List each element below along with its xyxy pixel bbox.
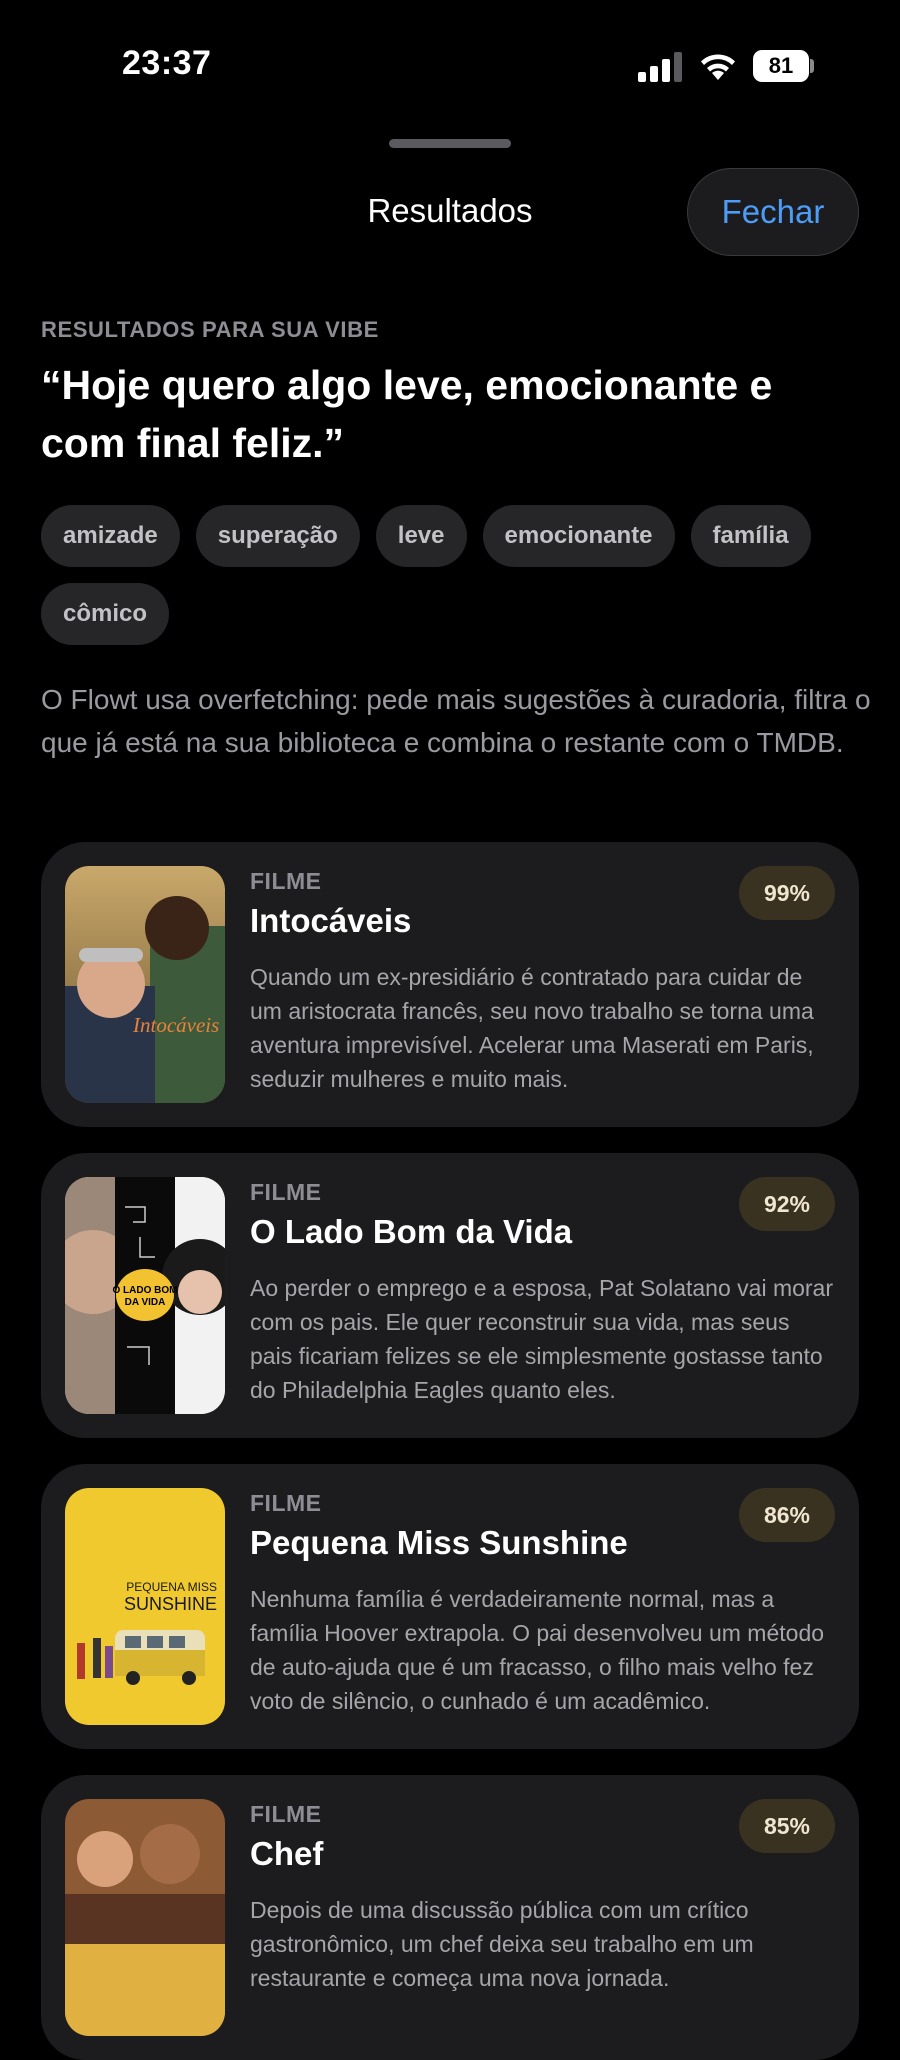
match-badge: 85% — [739, 1799, 835, 1853]
movie-poster: Intocáveis — [65, 866, 225, 1103]
result-kind: FILME — [250, 1179, 322, 1205]
match-badge: 86% — [739, 1488, 835, 1542]
tag-list: amizade superação leve emocionante famíl… — [41, 505, 871, 645]
poster-title-line-2: SUNSHINE — [124, 1594, 217, 1614]
result-kind: FILME — [250, 868, 322, 894]
battery-icon: 81 — [753, 50, 809, 82]
movie-poster: PEQUENA MISS SUNSHINE — [65, 1488, 225, 1725]
tag-chip[interactable]: emocionante — [482, 505, 675, 567]
result-card[interactable]: FILME Chef 85% Depois de uma discussão p… — [41, 1775, 859, 2060]
wifi-icon — [701, 54, 735, 80]
movie-poster — [65, 1799, 225, 2036]
result-synopsis: Depois de uma discussão pública com um c… — [250, 1897, 754, 1991]
battery-nub — [810, 59, 814, 73]
result-title: O Lado Bom da Vida — [250, 1213, 573, 1250]
match-badge: 92% — [739, 1177, 835, 1231]
cellular-signal-icon — [638, 52, 682, 82]
result-title: Chef — [250, 1835, 324, 1872]
close-button[interactable]: Fechar — [687, 168, 859, 256]
result-card[interactable]: PEQUENA MISS SUNSHINE FILME Pequena Miss… — [41, 1464, 859, 1749]
results-kicker: RESULTADOS PARA SUA VIBE — [41, 317, 379, 342]
result-title: Pequena Miss Sunshine — [250, 1524, 628, 1561]
result-synopsis: Nenhuma família é verdadeiramente normal… — [250, 1586, 825, 1714]
result-synopsis: Quando um ex-presidiário é contratado pa… — [250, 964, 814, 1092]
result-card[interactable]: Intocáveis FILME Intocáveis 99% Quando u… — [41, 842, 859, 1127]
result-title: Intocáveis — [250, 902, 412, 939]
tag-chip[interactable]: leve — [375, 505, 467, 567]
vibe-prompt: “Hoje quero algo leve, emocionante e com… — [41, 362, 773, 466]
match-badge: 99% — [739, 866, 835, 920]
movie-poster: O LADO BOM DA VIDA — [65, 1177, 225, 1414]
poster-title: Intocáveis — [132, 1013, 219, 1037]
tag-chip[interactable]: cômico — [41, 583, 170, 645]
result-synopsis: Ao perder o emprego e a esposa, Pat Sola… — [250, 1275, 834, 1403]
poster-title-line-2: DA VIDA — [125, 1297, 166, 1308]
result-card[interactable]: O LADO BOM DA VIDA FILME O Lado Bom da V… — [41, 1153, 859, 1438]
tag-chip[interactable]: amizade — [41, 505, 180, 567]
tag-chip[interactable]: superação — [195, 505, 360, 567]
tag-chip[interactable]: família — [690, 505, 811, 567]
sheet-grabber[interactable] — [389, 139, 511, 148]
result-kind: FILME — [250, 1801, 322, 1827]
status-bar: 23:37 81 — [0, 0, 900, 130]
poster-title-line-1: O LADO BOM — [113, 1285, 178, 1296]
poster-title-line-1: PEQUENA MISS — [126, 1580, 217, 1594]
overfetching-description: O Flowt usa overfetching: pede mais suge… — [41, 684, 871, 758]
result-kind: FILME — [250, 1490, 322, 1516]
status-time: 23:37 — [122, 44, 212, 82]
